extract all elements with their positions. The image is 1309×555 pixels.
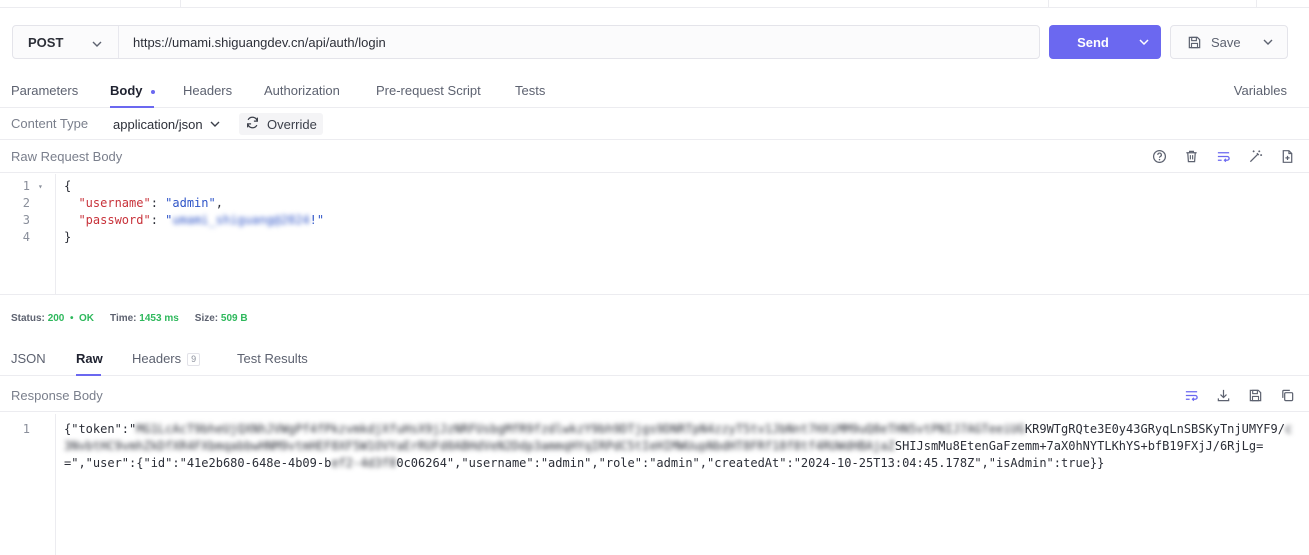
code-line: "password": "umami_shiguang@2024!"	[78, 213, 325, 227]
chevron-down-icon[interactable]	[1127, 25, 1161, 59]
method-select[interactable]: POST	[13, 26, 119, 58]
request-tabs: Parameters Body Headers Authorization Pr…	[0, 74, 1309, 108]
tab-tests[interactable]: Tests	[515, 74, 545, 108]
status-code: 200	[47, 313, 65, 324]
tab-authorization[interactable]: Authorization	[264, 74, 340, 108]
method-label: POST	[28, 34, 64, 50]
content-type-label: Content Type	[11, 116, 89, 131]
tab-pre-request-script[interactable]: Pre-request Script	[376, 74, 481, 108]
top-tab-strip	[0, 0, 1309, 8]
tab-headers[interactable]: Headers	[183, 74, 232, 108]
response-body-header: Response Body	[0, 379, 1309, 412]
tab-test-results[interactable]: Test Results	[237, 342, 308, 376]
help-icon[interactable]	[1143, 140, 1175, 173]
redacted-password: umami_shiguang@2024	[172, 213, 310, 227]
download-icon[interactable]	[1207, 379, 1239, 412]
response-body-title: Response Body	[11, 388, 103, 403]
size-value: 509 B	[220, 313, 248, 324]
tab-body[interactable]: Body	[110, 74, 155, 108]
request-bar: POST	[12, 25, 1040, 59]
override-button[interactable]: Override	[239, 113, 323, 135]
line-number: 3	[22, 213, 30, 227]
refresh-icon	[245, 115, 260, 133]
url-input[interactable]	[119, 26, 1039, 58]
strip-divider	[180, 0, 181, 8]
request-body-editor[interactable]: 1 ▾ 2 3 4 { "username": "admin", "passwo…	[0, 174, 1309, 295]
content-type-select[interactable]: application/json	[113, 108, 220, 140]
file-plus-icon[interactable]	[1271, 140, 1303, 173]
time-value: 1453 ms	[139, 313, 179, 324]
content-type-row: Content Type application/json Override	[0, 108, 1309, 140]
line-gutter: 1	[0, 414, 56, 555]
response-raw-text: {"token":"MG1LcAcT9bheUjQXNhJVWgPf4fPkzv…	[64, 422, 1293, 470]
response-tabs: JSON Raw Headers 9 Test Results	[0, 342, 1309, 376]
redacted-id: ef2-4d3f8	[331, 456, 397, 470]
modified-dot-icon	[150, 89, 155, 94]
fold-arrow-icon[interactable]: ▾	[38, 178, 43, 195]
status-text: OK	[79, 313, 95, 324]
size-label: Size:	[194, 313, 219, 324]
raw-request-body-title: Raw Request Body	[11, 149, 123, 164]
time-label: Time:	[110, 313, 137, 324]
save-button[interactable]: Save	[1170, 25, 1288, 59]
save-button-label: Save	[1211, 34, 1241, 50]
strip-divider	[1256, 0, 1257, 8]
code-line: {	[64, 179, 72, 193]
code-line: "username": "admin",	[78, 196, 223, 210]
json-key: "password"	[78, 213, 151, 227]
chevron-down-icon	[92, 35, 102, 50]
response-toolbar	[1175, 379, 1303, 412]
redacted-token: MG1LcAcT9bheUjQXNhJVWgPf4fPkzvmkdjXfuHsX…	[136, 422, 1025, 436]
line-number: 1	[22, 422, 30, 436]
line-number: 1	[22, 179, 30, 193]
tab-raw[interactable]: Raw	[76, 342, 103, 376]
headers-count-badge: 9	[187, 353, 201, 367]
active-tab-indicator	[76, 374, 101, 376]
tab-body-label: Body	[110, 83, 143, 98]
save-icon[interactable]	[1239, 379, 1271, 412]
copy-icon[interactable]	[1271, 379, 1303, 412]
magic-wand-icon[interactable]	[1239, 140, 1271, 173]
tab-parameters[interactable]: Parameters	[11, 74, 78, 108]
line-number: 2	[22, 196, 30, 210]
strip-divider	[1048, 0, 1049, 8]
content-type-value: application/json	[113, 116, 203, 132]
raw-body-toolbar	[1143, 140, 1303, 173]
chevron-down-icon[interactable]	[1263, 39, 1273, 45]
send-button-label: Send	[1077, 34, 1109, 50]
send-button[interactable]: Send	[1049, 25, 1161, 59]
raw-request-body-header: Raw Request Body	[0, 140, 1309, 173]
wrap-lines-icon[interactable]	[1175, 379, 1207, 412]
status-label: Status:	[11, 313, 45, 324]
code-line: }	[64, 230, 72, 244]
wrap-lines-icon[interactable]	[1207, 140, 1239, 173]
json-string: "admin"	[165, 196, 216, 210]
chevron-down-icon	[210, 121, 220, 127]
line-number: 4	[22, 230, 30, 244]
tab-json[interactable]: JSON	[11, 342, 46, 376]
save-icon	[1187, 35, 1202, 50]
response-status-bar: Status: 200 • OK Time: 1453 ms Size: 509…	[11, 313, 248, 324]
tab-response-headers[interactable]: Headers 9	[132, 342, 201, 376]
trash-icon[interactable]	[1175, 140, 1207, 173]
response-body-editor[interactable]: 1 {"token":"MG1LcAcT9bheUjQXNhJVWgPf4fPk…	[0, 414, 1309, 555]
json-key: "username"	[78, 196, 151, 210]
line-gutter: 1 ▾ 2 3 4	[0, 174, 56, 294]
override-label: Override	[267, 116, 317, 132]
status-separator: •	[69, 313, 74, 324]
variables-link[interactable]: Variables	[1234, 74, 1287, 108]
tab-response-headers-label: Headers	[132, 351, 182, 366]
